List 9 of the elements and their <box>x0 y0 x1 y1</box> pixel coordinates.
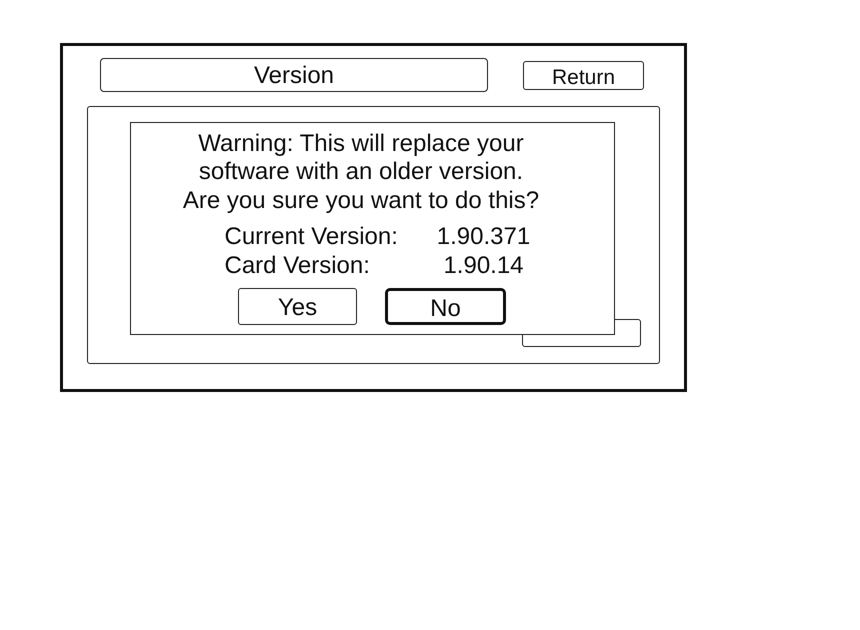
return-button[interactable]: Return <box>523 61 644 90</box>
version-value: 1.90.371 <box>436 222 532 251</box>
version-label: Card Version: <box>224 251 371 280</box>
warning-message: Warning: This will replace your software with an older version. Are you sure you want to do this? <box>182 130 540 215</box>
dialog-button[interactable]: Yes <box>238 288 357 325</box>
dialog-button[interactable]: No <box>385 288 506 325</box>
version-label: Current Version: <box>224 222 399 251</box>
title-bar: Version <box>100 58 488 92</box>
version-value: 1.90.14 <box>442 251 525 280</box>
